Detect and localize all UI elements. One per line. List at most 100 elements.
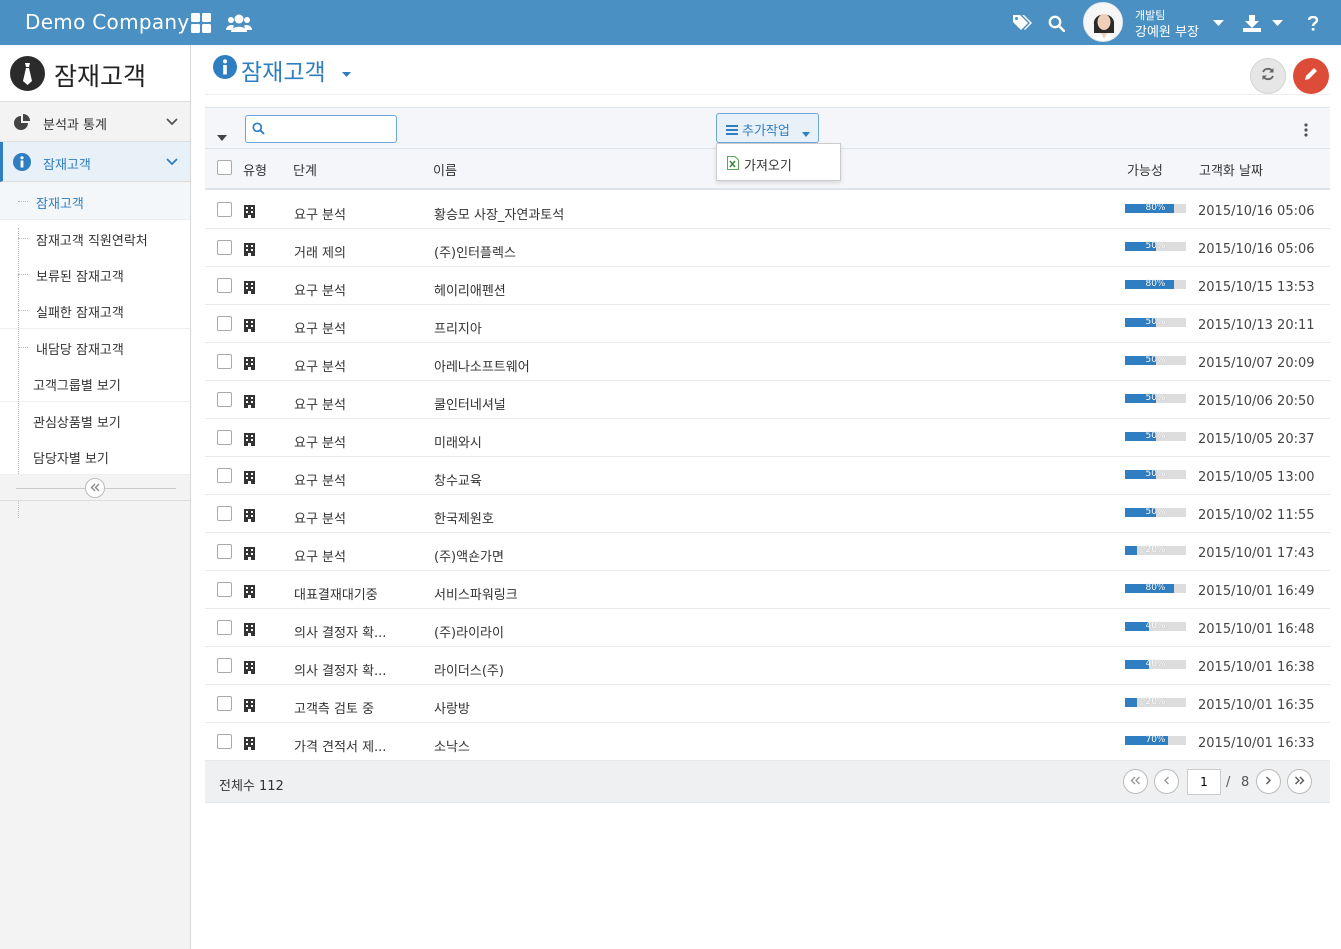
name-cell[interactable]: 서비스파워링크	[434, 584, 518, 603]
row-checkbox[interactable]	[217, 202, 232, 217]
brand-name[interactable]: Demo Company	[25, 10, 190, 34]
sidebar-section-analytics[interactable]: 분석과 통계	[0, 102, 190, 142]
table-row[interactable]: 가격 견적서 제... 소낙스 70% 2015/10/01 16:33	[205, 723, 1330, 761]
sidebar-item-by-customer-group[interactable]: 고객그룹별 보기	[0, 365, 190, 402]
sidebar-section-leads[interactable]: 잠재고객	[0, 142, 190, 182]
column-header-stage[interactable]: 단계	[293, 160, 317, 179]
table-row[interactable]: 요구 분석 황승모 사장_자연과토석 80% 2015/10/16 05:06	[205, 191, 1330, 229]
name-cell[interactable]: (주)인터플렉스	[434, 242, 516, 261]
search-icon[interactable]	[1048, 12, 1065, 34]
caret-down-icon[interactable]	[342, 67, 351, 82]
more-actions-button[interactable]: 추가작업	[716, 113, 819, 143]
sidebar-item-by-owner[interactable]: 담당자별 보기	[0, 438, 190, 475]
name-cell[interactable]: (주)라이라이	[434, 622, 504, 641]
sidebar-item-held-leads[interactable]: 보류된 잠재고객	[0, 256, 190, 293]
user-name[interactable]: 강예원 부장	[1135, 21, 1199, 40]
name-cell[interactable]: 라이더스(주)	[434, 660, 504, 679]
table-row[interactable]: 요구 분석 창수교육 50% 2015/10/05 13:00	[205, 457, 1330, 495]
table-row[interactable]: 요구 분석 한국제원호 50% 2015/10/02 11:55	[205, 495, 1330, 533]
table-row[interactable]: 요구 분석 미래와시 50% 2015/10/05 20:37	[205, 419, 1330, 457]
table-row[interactable]: 대표결재대기중 서비스파워링크 80% 2015/10/01 16:49	[205, 571, 1330, 609]
row-checkbox[interactable]	[217, 658, 232, 673]
table-row[interactable]: 요구 분석 헤이리애펜션 80% 2015/10/15 13:53	[205, 267, 1330, 305]
caret-down-icon[interactable]	[1272, 12, 1283, 34]
page-title[interactable]: 잠재고객	[241, 53, 326, 87]
sidebar-item-leads[interactable]: 잠재고객	[0, 183, 190, 220]
row-checkbox[interactable]	[217, 734, 232, 749]
name-cell[interactable]: 소낙스	[434, 736, 470, 755]
name-cell[interactable]: 한국제원호	[434, 508, 494, 527]
stage-cell: 요구 분석	[294, 474, 346, 489]
probability-label: 40%	[1145, 659, 1166, 669]
column-header-name[interactable]: 이름	[433, 160, 457, 179]
chevron-down-icon	[166, 155, 178, 170]
sidebar-item-lead-contacts[interactable]: 잠재고객 직원연락처	[0, 220, 190, 257]
sidebar-item-my-leads[interactable]: 내담당 잠재고객	[0, 329, 190, 366]
stage-cell: 요구 분석	[294, 322, 346, 337]
caret-down-icon[interactable]	[1213, 12, 1224, 34]
table-row[interactable]: 의사 결정자 확... 라이더스(주) 40% 2015/10/01 16:38	[205, 647, 1330, 685]
name-cell[interactable]: 미래와시	[434, 432, 482, 451]
users-icon[interactable]	[226, 12, 252, 34]
name-cell[interactable]: 사랑방	[434, 698, 470, 717]
building-icon	[244, 471, 255, 488]
dashboard-grid-icon[interactable]	[191, 12, 211, 34]
table-row[interactable]: 의사 결정자 확... (주)라이라이 40% 2015/10/01 16:48	[205, 609, 1330, 647]
row-checkbox[interactable]	[217, 468, 232, 483]
table-row[interactable]: 요구 분석 쿨인터네셔널 50% 2015/10/06 20:50	[205, 381, 1330, 419]
select-all-checkbox[interactable]	[217, 160, 232, 175]
last-page-button[interactable]	[1287, 769, 1312, 794]
vertical-dots-icon[interactable]	[1304, 123, 1308, 141]
download-icon[interactable]	[1243, 12, 1261, 34]
stage-cell: 의사 결정자 확...	[294, 626, 387, 641]
row-checkbox[interactable]	[217, 696, 232, 711]
table-row[interactable]: 요구 분석 (주)액숀가면 20% 2015/10/01 17:43	[205, 533, 1330, 571]
column-header-probability[interactable]: 가능성	[1127, 160, 1163, 179]
probability-bar: 20%	[1125, 697, 1186, 707]
stage-cell: 의사 결정자 확...	[294, 664, 387, 679]
caret-down-icon[interactable]	[217, 130, 227, 145]
table-row[interactable]: 요구 분석 프리지아 50% 2015/10/13 20:11	[205, 305, 1330, 343]
row-checkbox[interactable]	[217, 240, 232, 255]
import-menu-item[interactable]: 가져오기	[717, 144, 840, 180]
name-cell[interactable]: 프리지아	[434, 318, 482, 337]
sidebar-item-failed-leads[interactable]: 실패한 잠재고객	[0, 292, 190, 329]
search-box[interactable]	[245, 115, 397, 143]
name-cell[interactable]: (주)액숀가면	[434, 546, 504, 565]
column-header-type[interactable]: 유형	[243, 160, 267, 179]
row-checkbox[interactable]	[217, 430, 232, 445]
name-cell[interactable]: 황승모 사장_자연과토석	[434, 204, 564, 223]
name-cell[interactable]: 창수교육	[434, 470, 482, 489]
row-checkbox[interactable]	[217, 354, 232, 369]
name-cell[interactable]: 쿨인터네셔널	[434, 394, 506, 413]
row-checkbox[interactable]	[217, 620, 232, 635]
table-row[interactable]: 거래 제의 (주)인터플렉스 50% 2015/10/16 05:06	[205, 229, 1330, 267]
probability-label: 80%	[1145, 203, 1166, 213]
row-checkbox[interactable]	[217, 278, 232, 293]
row-checkbox[interactable]	[217, 392, 232, 407]
stage-cell: 고객측 검토 중	[294, 702, 375, 717]
avatar[interactable]	[1083, 2, 1123, 42]
row-checkbox[interactable]	[217, 506, 232, 521]
table-row[interactable]: 고객측 검토 중 사랑방 20% 2015/10/01 16:35	[205, 685, 1330, 723]
table-row[interactable]: 요구 분석 아레나소프트웨어 50% 2015/10/07 20:09	[205, 343, 1330, 381]
date-cell: 2015/10/01 16:48	[1198, 622, 1315, 637]
tags-icon[interactable]	[1012, 12, 1032, 34]
edit-button[interactable]	[1293, 58, 1329, 94]
prev-page-button[interactable]	[1154, 769, 1179, 794]
row-checkbox[interactable]	[217, 316, 232, 331]
help-icon[interactable]	[1308, 12, 1318, 34]
sidebar: 잠재고객 분석과 통계 잠재고객 잠재고객 잠재고객 직원연락처 보류된 잠재고…	[0, 45, 191, 949]
search-input[interactable]	[268, 120, 392, 138]
page-number-input[interactable]	[1187, 769, 1221, 795]
column-header-conversion-date[interactable]: 고객화 날짜	[1199, 160, 1263, 179]
refresh-button[interactable]	[1250, 58, 1286, 94]
collapse-sidebar-button[interactable]	[85, 478, 105, 498]
row-checkbox[interactable]	[217, 544, 232, 559]
name-cell[interactable]: 아레나소프트웨어	[434, 356, 530, 375]
next-page-button[interactable]	[1256, 769, 1281, 794]
row-checkbox[interactable]	[217, 582, 232, 597]
first-page-button[interactable]	[1123, 769, 1148, 794]
name-cell[interactable]: 헤이리애펜션	[434, 280, 506, 299]
sidebar-item-by-product[interactable]: 관심상품별 보기	[0, 402, 190, 439]
